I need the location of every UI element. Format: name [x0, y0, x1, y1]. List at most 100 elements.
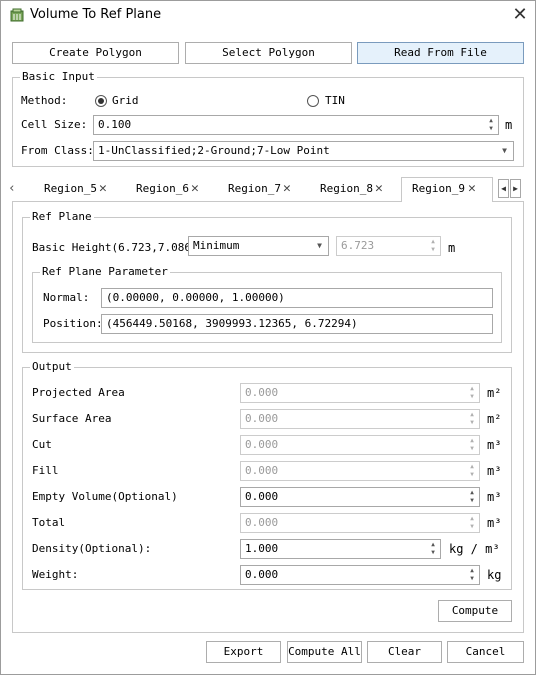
close-icon[interactable]: ✕ — [99, 178, 107, 200]
clear-button[interactable]: Clear — [367, 641, 442, 663]
tab-region-9[interactable]: Region_9 ✕ — [401, 177, 493, 202]
weight-value: 0.000 — [245, 568, 279, 581]
cut-label: Cut — [32, 438, 52, 451]
tab-region-5-label: Region_5 — [44, 182, 97, 195]
weight-unit: kg — [487, 568, 502, 582]
empty-volume-optional-stepper[interactable]: ▲ ▼ — [467, 489, 477, 505]
ref-plane-parameter-title: Ref Plane Parameter — [40, 265, 170, 278]
close-icon[interactable]: ✕ — [283, 178, 291, 200]
total-label: Total — [32, 516, 66, 529]
create-polygon-button[interactable]: Create Polygon — [12, 42, 179, 64]
cell-size-input[interactable]: 0.100 ▲ ▼ — [93, 115, 499, 135]
ref-plane-title: Ref Plane — [30, 210, 94, 223]
radio-grid[interactable] — [95, 95, 107, 107]
close-icon[interactable]: ✕ — [468, 178, 476, 200]
empty-volume-optional-unit: m³ — [487, 490, 502, 504]
chevron-left-icon[interactable]: ‹ — [8, 181, 16, 196]
projected-area-label: Projected Area — [32, 386, 125, 399]
surface-area-input[interactable]: 0.000 ▲ ▼ — [240, 409, 480, 429]
radio-tin-label[interactable]: TIN — [325, 94, 345, 108]
cell-size-unit: m — [505, 118, 513, 132]
projected-area-input[interactable]: 0.000 ▲ ▼ — [240, 383, 480, 403]
read-from-file-button[interactable]: Read From File — [357, 42, 524, 64]
empty-volume-optional-input[interactable]: 0.000 ▲ ▼ — [240, 487, 480, 507]
chevron-right-icon[interactable]: ▶ — [510, 179, 521, 198]
weight-label: Weight: — [32, 568, 79, 581]
total-stepper[interactable]: ▲ ▼ — [467, 515, 477, 531]
density-optional-unit: kg / m³ — [449, 542, 500, 556]
tab-region-7-label: Region_7 — [228, 182, 281, 195]
chevron-left-icon[interactable]: ◀ — [498, 179, 509, 198]
total-value: 0.000 — [245, 516, 279, 529]
cut-unit: m³ — [487, 438, 502, 452]
tab-region-7[interactable]: Region_7 ✕ — [228, 178, 291, 201]
cancel-button[interactable]: Cancel — [447, 641, 524, 663]
projected-area-stepper[interactable]: ▲ ▼ — [467, 385, 477, 401]
projected-area-value: 0.000 — [245, 386, 279, 399]
compute-button[interactable]: Compute — [438, 600, 512, 622]
total-unit: m³ — [487, 516, 502, 530]
surface-area-value: 0.000 — [245, 412, 279, 425]
radio-tin[interactable] — [307, 95, 319, 107]
fill-label: Fill — [32, 464, 59, 477]
cut-value: 0.000 — [245, 438, 279, 451]
fill-value: 0.000 — [245, 464, 279, 477]
density-optional-value: 1.000 — [245, 542, 279, 555]
weight-stepper[interactable]: ▲ ▼ — [467, 567, 477, 583]
position-field[interactable]: (456449.50168, 3909993.12365, 6.72294) — [101, 314, 493, 334]
basic-height-mode-select[interactable]: Minimum ▼ — [188, 236, 329, 256]
weight-input[interactable]: 0.000 ▲ ▼ — [240, 565, 480, 585]
close-icon[interactable]: ✕ — [191, 178, 199, 200]
density-optional-label: Density(Optional): — [32, 542, 152, 555]
from-class-label: From Class: — [21, 144, 94, 157]
density-optional-stepper[interactable]: ▲ ▼ — [428, 541, 438, 557]
basic-height-mode-value: Minimum — [193, 239, 240, 252]
export-button[interactable]: Export — [206, 641, 281, 663]
tab-region-8[interactable]: Region_8 ✕ — [320, 178, 383, 201]
basic-height-label: Basic Height(6.723,7.086) — [32, 241, 198, 254]
fill-stepper[interactable]: ▲ ▼ — [467, 463, 477, 479]
normal-label: Normal: — [43, 291, 90, 304]
basic-height-unit: m — [448, 241, 456, 255]
basic-height-input[interactable]: 6.723 ▲ ▼ — [336, 236, 441, 256]
empty-volume-optional-label: Empty Volume(Optional) — [32, 490, 178, 503]
empty-volume-optional-value: 0.000 — [245, 490, 279, 503]
projected-area-unit: m² — [487, 386, 502, 400]
normal-field[interactable]: (0.00000, 0.00000, 1.00000) — [101, 288, 493, 308]
tab-region-8-label: Region_8 — [320, 182, 373, 195]
select-polygon-button[interactable]: Select Polygon — [185, 42, 352, 64]
cell-size-value: 0.100 — [98, 118, 132, 131]
tab-region-6[interactable]: Region_6 ✕ — [136, 178, 199, 201]
radio-grid-label[interactable]: Grid — [112, 94, 139, 108]
surface-area-unit: m² — [487, 412, 502, 426]
fill-input[interactable]: 0.000 ▲ ▼ — [240, 461, 480, 481]
output-title: Output — [30, 360, 74, 373]
cell-size-stepper[interactable]: ▲ ▼ — [486, 117, 496, 133]
tab-region-5[interactable]: Region_5 ✕ — [44, 178, 107, 201]
surface-area-label: Surface Area — [32, 412, 112, 425]
tab-region-6-label: Region_6 — [136, 182, 189, 195]
cut-stepper[interactable]: ▲ ▼ — [467, 437, 477, 453]
tab-region-9-label: Region_9 — [412, 182, 465, 195]
chevron-down-icon: ▼ — [502, 146, 507, 155]
basic-height-stepper[interactable]: ▲ ▼ — [428, 238, 438, 254]
close-icon[interactable]: ✕ — [509, 4, 531, 26]
density-optional-input[interactable]: 1.000 ▲ ▼ — [240, 539, 441, 559]
method-label: Method: — [21, 94, 68, 107]
cell-size-label: Cell Size: — [21, 118, 88, 131]
basic-height-value: 6.723 — [341, 239, 375, 252]
cut-input[interactable]: 0.000 ▲ ▼ — [240, 435, 480, 455]
from-class-select[interactable]: 1-UnClassified;2-Ground;7-Low Point ▼ — [93, 141, 514, 161]
close-icon[interactable]: ✕ — [375, 178, 383, 200]
chevron-down-icon: ▼ — [317, 241, 322, 250]
surface-area-stepper[interactable]: ▲ ▼ — [467, 411, 477, 427]
compute-all-button[interactable]: Compute All — [287, 641, 362, 663]
fill-unit: m³ — [487, 464, 502, 478]
position-label: Position: — [43, 317, 103, 330]
basic-input-title: Basic Input — [20, 70, 97, 83]
window-title: Volume To Ref Plane — [30, 7, 162, 22]
total-input[interactable]: 0.000 ▲ ▼ — [240, 513, 480, 533]
app-icon — [10, 8, 24, 22]
position-value: (456449.50168, 3909993.12365, 6.72294) — [106, 317, 358, 330]
normal-value: (0.00000, 0.00000, 1.00000) — [106, 291, 285, 304]
